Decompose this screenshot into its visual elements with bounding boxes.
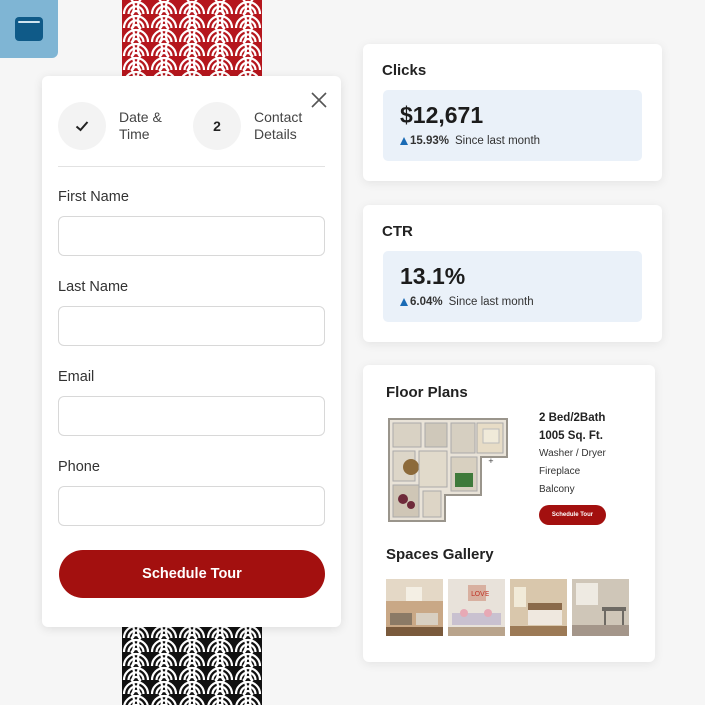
ctr-metric-card: CTR 13.1% 6.04% Since last month bbox=[363, 205, 662, 342]
step-2-number: 2 bbox=[193, 102, 241, 150]
divider bbox=[58, 166, 325, 167]
change-period: Since last month bbox=[448, 296, 534, 308]
step-2-label: Contact Details bbox=[254, 109, 303, 142]
last-name-field[interactable] bbox=[58, 306, 325, 346]
clicks-metric-card: Clicks $12,671 15.93% Since last month bbox=[363, 44, 662, 181]
red-wave-pattern bbox=[122, 0, 262, 80]
metric-change: 6.04% Since last month bbox=[400, 296, 534, 308]
plan-name: 2 Bed/2Bath bbox=[539, 412, 606, 424]
spaces-gallery-title: Spaces Gallery bbox=[386, 546, 494, 563]
black-wave-pattern bbox=[122, 624, 262, 705]
floor-plan-image[interactable]: + bbox=[385, 415, 511, 525]
metric-box: $12,671 15.93% Since last month bbox=[383, 90, 642, 161]
plan-info: 2 Bed/2Bath 1005 Sq. Ft. Washer / Dryer … bbox=[539, 409, 606, 525]
plan-feature: Balcony bbox=[539, 484, 575, 495]
lounge-photo[interactable]: LOVE bbox=[448, 579, 505, 636]
metric-change: 15.93% Since last month bbox=[400, 135, 540, 147]
floor-plans-card: Floor Plans + 2 Bed/2Bath 1005 Sq. Ft. W… bbox=[363, 365, 655, 662]
change-period: Since last month bbox=[455, 135, 541, 147]
browser-window-icon[interactable] bbox=[0, 0, 58, 58]
metric-value: $12,671 bbox=[400, 102, 484, 128]
dining-room-photo[interactable] bbox=[572, 579, 629, 636]
last-name-label: Last Name bbox=[58, 279, 129, 295]
phone-label: Phone bbox=[58, 459, 100, 475]
arrow-up-icon bbox=[400, 298, 408, 306]
email-label: Email bbox=[58, 369, 95, 385]
metric-value: 13.1% bbox=[400, 263, 466, 289]
schedule-tour-button[interactable]: Schedule Tour bbox=[59, 550, 325, 598]
metric-title: Clicks bbox=[382, 62, 427, 79]
floor-plans-title: Floor Plans bbox=[386, 384, 468, 401]
plan-feature: Fireplace bbox=[539, 466, 581, 477]
step-indicator: Date & Time 2 Contact Details bbox=[58, 102, 325, 150]
change-percent: 15.93% bbox=[410, 135, 450, 147]
plan-feature: Washer / Dryer bbox=[539, 448, 606, 459]
metric-title: CTR bbox=[382, 223, 413, 240]
first-name-field[interactable] bbox=[58, 216, 325, 256]
check-icon bbox=[58, 102, 106, 150]
metric-box: 13.1% 6.04% Since last month bbox=[383, 251, 642, 322]
change-percent: 6.04% bbox=[410, 296, 443, 308]
svg-text:+: + bbox=[488, 457, 494, 465]
spaces-gallery: LOVE bbox=[386, 579, 629, 636]
plan-schedule-tour-button[interactable]: Schedule Tour bbox=[539, 505, 606, 525]
phone-field[interactable] bbox=[58, 486, 325, 526]
arrow-up-icon bbox=[400, 137, 408, 145]
plan-size: 1005 Sq. Ft. bbox=[539, 430, 603, 442]
step-1-label: Date & Time bbox=[119, 109, 162, 142]
first-name-label: First Name bbox=[58, 189, 129, 205]
email-field[interactable] bbox=[58, 396, 325, 436]
schedule-form-card: Date & Time 2 Contact Details First Name… bbox=[42, 76, 341, 627]
bedroom-photo[interactable] bbox=[510, 579, 567, 636]
svg-text:LOVE: LOVE bbox=[471, 590, 489, 598]
living-room-photo[interactable] bbox=[386, 579, 443, 636]
